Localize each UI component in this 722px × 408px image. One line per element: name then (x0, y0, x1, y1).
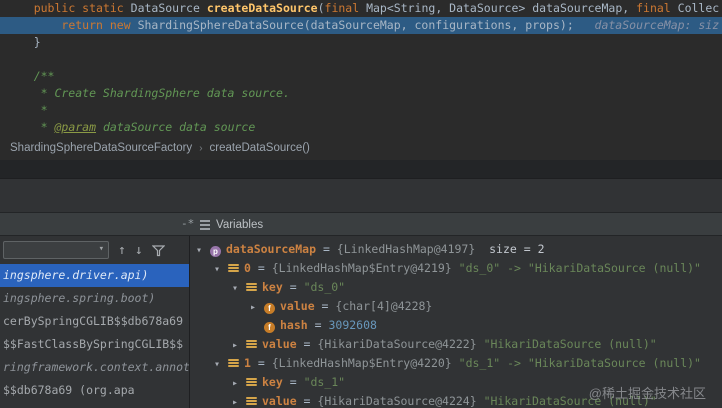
variable-ref: {HikariDataSource@4222} (317, 337, 477, 351)
variable-name: value (262, 337, 297, 351)
variable-eq: = (250, 261, 272, 275)
variable-row[interactable]: ▾ 0 = {LinkedHashMap$Entry@4219} "ds_0" -… (190, 259, 722, 278)
tab-variables-label: Variables (216, 218, 264, 231)
value-icon (246, 396, 257, 406)
variable-name: key (262, 375, 283, 389)
code-line: * @param dataSource data source (6, 120, 256, 134)
breadcrumb-item[interactable]: ShardingSphereDataSourceFactory (10, 142, 192, 154)
code-line: } (6, 35, 41, 49)
variable-eq: = (282, 280, 304, 294)
frame-row[interactable]: ringframework.context.annot (0, 356, 189, 379)
tree-expand-icon[interactable]: ▸ (232, 336, 246, 354)
execution-line: return new ShardingSphereDataSource(data… (0, 17, 722, 34)
variable-str: "ds_0" (303, 280, 346, 294)
value-icon (228, 263, 239, 273)
variable-ref: {LinkedHashMap$Entry@4219} (271, 261, 452, 275)
debug-toolbar-area (0, 178, 722, 212)
watermark: @稀土掘金技术社区 (588, 386, 706, 401)
frame-down-icon[interactable]: ↓ (135, 244, 143, 257)
variable-name: key (262, 280, 283, 294)
variable-eq: = (307, 318, 329, 332)
variable-row[interactable]: ▾ key = "ds_0" (190, 278, 722, 297)
frame-row[interactable]: cerBySpringCGLIB$$db678a69 (0, 310, 189, 333)
tree-expand-icon[interactable]: ▸ (232, 393, 246, 408)
variable-name: hash (280, 318, 308, 332)
filter-frames-icon[interactable] (151, 244, 165, 257)
variable-eq: = (316, 242, 337, 256)
variable-eq: = (296, 394, 318, 408)
frame-row[interactable]: ingsphere.spring.boot) (0, 287, 189, 310)
frame-row[interactable]: $$db678a69 (org.apa (0, 379, 189, 402)
variable-name: value (280, 299, 315, 313)
variable-name: value (262, 394, 297, 408)
code-editor[interactable]: public static DataSource createDataSourc… (0, 0, 722, 136)
debug-tabbar: -* Variables (0, 212, 722, 236)
variable-eq: = (296, 337, 318, 351)
variable-ref: {char[4]@4228} (335, 299, 433, 313)
ide-debugger-window: public static DataSource createDataSourc… (0, 0, 722, 408)
tree-expand-icon[interactable]: ▸ (232, 374, 246, 392)
frame-up-icon[interactable]: ↑ (118, 244, 126, 257)
frames-panel: ▾ ↑ ↓ ingsphere.driver.api) ingsphere.spr… (0, 236, 190, 408)
breadcrumb: ShardingSphereDataSourceFactory › createDa… (0, 136, 722, 160)
variable-plainval: size = 2 (475, 242, 545, 256)
tree-expand-icon[interactable]: ▸ (250, 298, 264, 316)
variable-row[interactable]: f hash = 3092608 (190, 316, 722, 335)
variable-num: 3092608 (328, 318, 377, 332)
tree-collapse-icon[interactable]: ▾ (196, 241, 210, 259)
variable-name: 1 (244, 356, 251, 370)
variable-ref: {LinkedHashMap@4197} (336, 242, 476, 256)
code-line: /** (6, 69, 55, 83)
variables-tab-icon (200, 219, 210, 230)
field-icon: f (264, 322, 275, 333)
variable-name: dataSourceMap (226, 242, 317, 256)
value-icon (246, 339, 257, 349)
variable-row[interactable]: ▾ p dataSourceMap = {LinkedHashMap@4197} s… (190, 240, 722, 259)
parameter-icon: p (210, 246, 221, 257)
variable-row[interactable]: ▾ 1 = {LinkedHashMap$Entry@4220} "ds_1" -… (190, 354, 722, 373)
editor-debugger-splitter[interactable] (0, 160, 722, 178)
value-icon (228, 358, 239, 368)
frame-row[interactable]: ingsphere.driver.api) (0, 264, 189, 287)
variable-eq: = (282, 375, 304, 389)
value-icon (246, 282, 257, 292)
thread-selector-dropdown[interactable]: ▾ (3, 241, 109, 259)
breadcrumb-separator: › (199, 142, 203, 154)
value-icon (246, 377, 257, 387)
panel-resize-glyph[interactable]: -* (181, 217, 194, 230)
variable-ref: {LinkedHashMap$Entry@4220} (271, 356, 452, 370)
code-line: * (6, 103, 48, 117)
variable-row[interactable]: ▸ value = {HikariDataSource@4222} "Hikari… (190, 335, 722, 354)
tree-collapse-icon[interactable]: ▾ (214, 260, 228, 278)
variable-row[interactable]: ▸ f value = {char[4]@4228} (190, 297, 722, 316)
code-line: * Create ShardingSphere data source. (6, 86, 290, 100)
frames-list: ingsphere.driver.api) ingsphere.spring.bo… (0, 264, 189, 402)
variable-str: "ds_0" -> "HikariDataSource (null)" (451, 261, 701, 275)
code-line: public static DataSource createDataSourc… (33, 1, 720, 15)
tree-collapse-icon[interactable]: ▾ (232, 279, 246, 297)
tab-variables[interactable]: Variables (200, 213, 263, 236)
variable-eq: = (314, 299, 336, 313)
variable-eq: = (250, 356, 272, 370)
variable-str: "ds_1" -> "HikariDataSource (null)" (451, 356, 701, 370)
variable-name: 0 (244, 261, 251, 275)
breadcrumb-item[interactable]: createDataSource() (210, 142, 310, 154)
variable-str: "ds_1" (303, 375, 346, 389)
chevron-down-icon: ▾ (98, 244, 104, 254)
frames-toolbar: ▾ ↑ ↓ (0, 236, 189, 264)
variable-ref: {HikariDataSource@4224} (317, 394, 477, 408)
variable-str: "HikariDataSource (null)" (476, 337, 657, 351)
frame-row[interactable]: $$FastClassBySpringCGLIB$$ (0, 333, 189, 356)
tree-collapse-icon[interactable]: ▾ (214, 355, 228, 373)
field-icon: f (264, 303, 275, 314)
